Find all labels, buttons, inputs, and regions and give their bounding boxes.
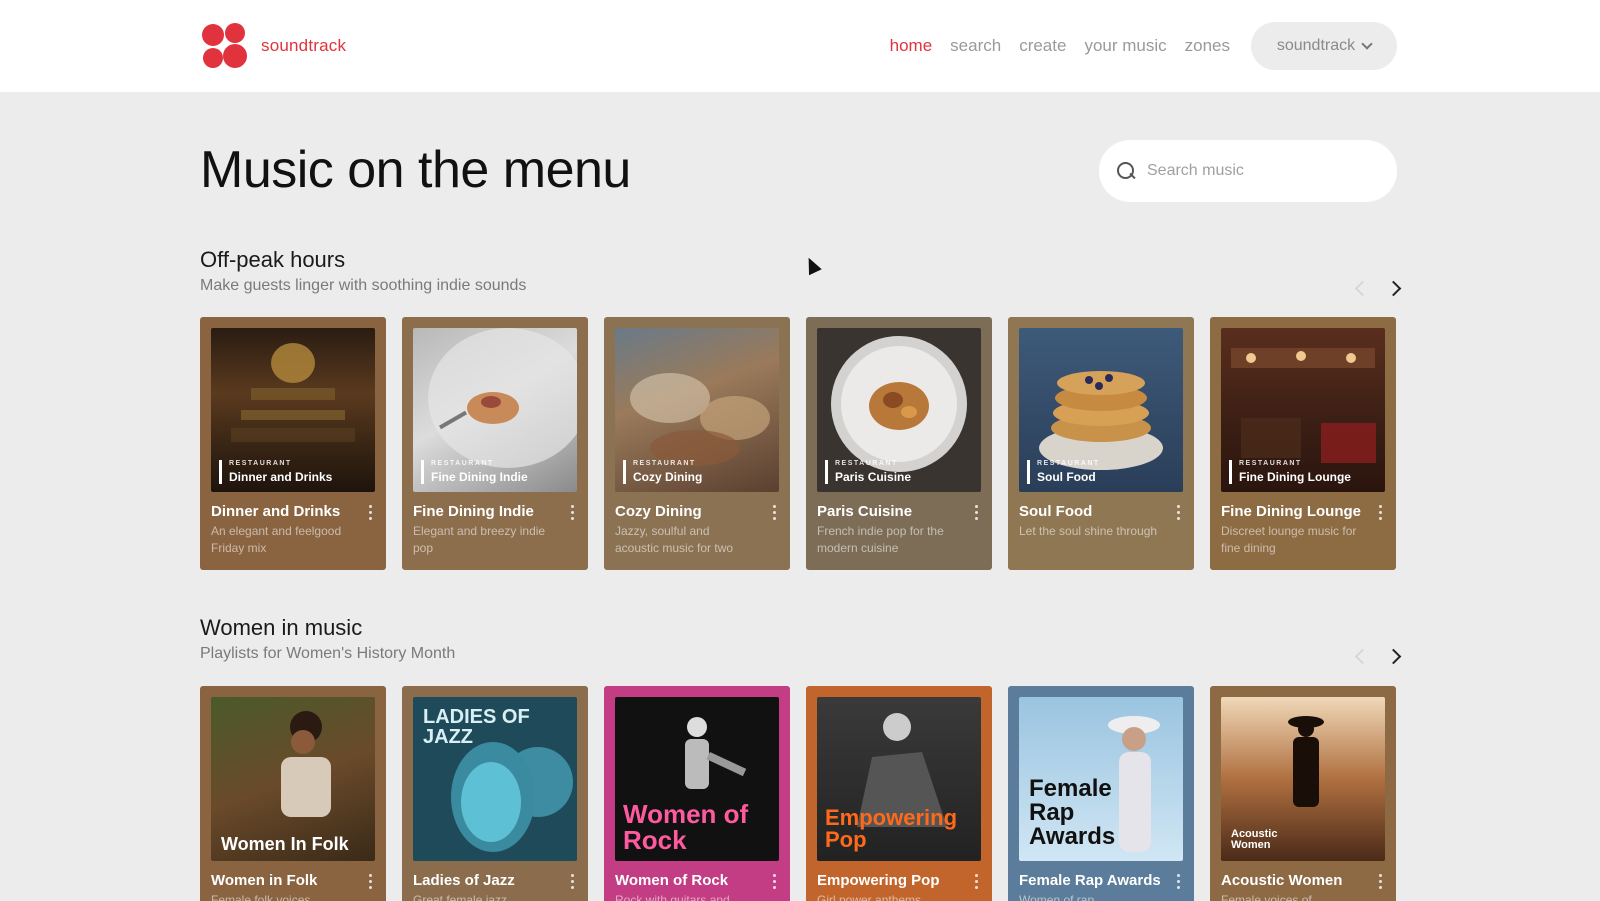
playlist-card[interactable]: Women of Rock Women of Rock Rock with gu… [604,686,790,901]
section-title-women-in-music: Women in music [200,615,363,640]
playlist-description: Female voices of [1221,893,1312,901]
playlist-row-women-in-music: Women In Folk Women in Folk Female folk … [200,686,1396,901]
more-options-icon[interactable] [974,874,978,889]
playlist-description: Great female jazz [413,893,508,901]
playlist-title: Women of Rock [615,872,729,889]
playlist-card[interactable]: LADIES OF JAZZ Ladies of Jazz Great fema… [402,686,588,901]
more-options-icon[interactable] [368,505,372,520]
playlist-cover-image: RESTAURANT Fine Dining Lounge [1221,328,1385,492]
playlist-card[interactable]: RESTAURANT Paris Cuisine Paris Cuisine F… [806,317,992,570]
nav-zones[interactable]: zones [1185,36,1230,56]
account-label: soundtrack [1276,37,1356,54]
playlist-cover-image: RESTAURANT Soul Food [1019,328,1183,492]
playlist-card[interactable]: Female Rap Awards Female Rap Awards Wome… [1008,686,1194,901]
playlist-title: Empowering Pop [817,872,940,889]
playlist-title: Acoustic Women [1221,872,1343,889]
playlist-title: Female Rap Awards [1019,872,1161,889]
chevron-down-icon [1361,38,1373,50]
section-subtitle-off-peak: Make guests linger with soothing indie s… [200,277,527,294]
playlist-title: Dinner and Drinks [211,503,341,520]
carousel-next-button[interactable] [1387,649,1401,663]
playlist-card[interactable]: RESTAURANT Fine Dining Lounge Fine Dinin… [1210,317,1396,570]
top-navigation-bar: soundtrack home search create your music… [0,0,1600,92]
playlist-cover-image: RESTAURANT Fine Dining Indie [413,328,577,492]
more-options-icon[interactable] [974,505,978,520]
more-options-icon[interactable] [570,874,574,889]
playlist-card[interactable]: Acoustic Women Acoustic Women Female voi… [1210,686,1396,901]
more-options-icon[interactable] [570,505,574,520]
more-options-icon[interactable] [1378,505,1382,520]
playlist-description: French indie pop for the modern cuisine [817,524,944,555]
playlist-description: Discreet lounge music for fine dining [1221,524,1357,555]
section-subtitle-women-in-music: Playlists for Women's History Month [200,645,456,662]
playlist-description: Let the soul shine through [1019,524,1158,538]
playlist-cover-image: Empowering Pop [817,697,981,861]
carousel-prev-button[interactable] [1353,649,1367,663]
cover-title-text: Women In Folk [221,834,349,854]
playlist-card[interactable]: RESTAURANT Cozy Dining Cozy Dining Jazzy… [604,317,790,570]
soundtrack-logo-icon[interactable] [200,22,248,70]
more-options-icon[interactable] [772,874,776,889]
playlist-description: Jazzy, soulful and acoustic music for tw… [615,524,734,555]
playlist-cover-image: LADIES OF JAZZ [413,697,577,861]
main-nav: home search create your music zones [890,36,1230,56]
playlist-cover-image: RESTAURANT Cozy Dining [615,328,779,492]
cover-title-text: Empowering Pop [825,805,958,852]
playlist-title: Fine Dining Indie [413,503,534,520]
more-options-icon[interactable] [368,874,372,889]
more-options-icon[interactable] [1176,874,1180,889]
search-input[interactable] [1147,162,1367,180]
cover-tag: RESTAURANT Soul Food [1027,460,1100,484]
more-options-icon[interactable] [1378,874,1382,889]
playlist-cover-image: Women In Folk [211,697,375,861]
playlist-card[interactable]: RESTAURANT Fine Dining Indie Fine Dining… [402,317,588,570]
account-menu-button[interactable]: soundtrack [1251,22,1397,70]
playlist-description: Women of rap [1019,893,1095,901]
playlist-cover-image: RESTAURANT Dinner and Drinks [211,328,375,492]
cover-tag: RESTAURANT Dinner and Drinks [219,460,332,484]
playlist-card[interactable]: Women In Folk Women in Folk Female folk … [200,686,386,901]
cover-title-text: Acoustic Women [1231,828,1278,851]
playlist-description: Rock with guitars and [615,893,730,901]
carousel-next-button[interactable] [1387,281,1401,295]
nav-create[interactable]: create [1019,36,1066,56]
playlist-title: Paris Cuisine [817,503,913,520]
nav-home[interactable]: home [890,36,933,56]
cover-tag: RESTAURANT Fine Dining Indie [421,460,528,484]
more-options-icon[interactable] [772,505,776,520]
nav-your-music[interactable]: your music [1084,36,1166,56]
more-options-icon[interactable] [1176,505,1180,520]
playlist-row-off-peak: RESTAURANT Dinner and Drinks Dinner and … [200,317,1396,570]
playlist-card[interactable]: Empowering Pop Empowering Pop Girl power… [806,686,992,901]
playlist-cover-image: Female Rap Awards [1019,697,1183,861]
carousel-prev-button[interactable] [1353,281,1367,295]
playlist-cover-image: RESTAURANT Paris Cuisine [817,328,981,492]
playlist-description: Elegant and breezy indie pop [413,524,546,555]
cover-tag: RESTAURANT Cozy Dining [623,460,702,484]
playlist-title: Women in Folk [211,872,318,889]
playlist-cover-image: Acoustic Women [1221,697,1385,861]
playlist-title: Fine Dining Lounge [1221,503,1361,520]
playlist-card[interactable]: RESTAURANT Dinner and Drinks Dinner and … [200,317,386,570]
section-title-off-peak: Off-peak hours [200,247,346,272]
search-box[interactable] [1099,140,1397,202]
cover-title-text: Female Rap Awards [1029,775,1116,850]
playlist-title: Cozy Dining [615,503,702,520]
mouse-cursor-icon [802,254,822,276]
playlist-cover-image: Women of Rock [615,697,779,861]
cover-tag: RESTAURANT Paris Cuisine [825,460,911,484]
nav-search[interactable]: search [950,36,1001,56]
playlist-title: Ladies of Jazz [413,872,515,889]
playlist-description: Female folk voices [211,893,311,901]
cover-title-text: Women of Rock [623,799,749,855]
brand-name[interactable]: soundtrack [261,36,346,56]
page-title: Music on the menu [200,141,631,199]
playlist-title: Soul Food [1019,503,1093,520]
playlist-description: Girl power anthems [817,893,922,901]
playlist-description: An elegant and feelgood Friday mix [211,524,342,555]
cover-title-text: LADIES OF JAZZ [423,706,530,748]
playlist-card[interactable]: RESTAURANT Soul Food Soul Food Let the s… [1008,317,1194,570]
cover-tag: RESTAURANT Fine Dining Lounge [1229,460,1351,484]
search-icon [1117,162,1135,180]
